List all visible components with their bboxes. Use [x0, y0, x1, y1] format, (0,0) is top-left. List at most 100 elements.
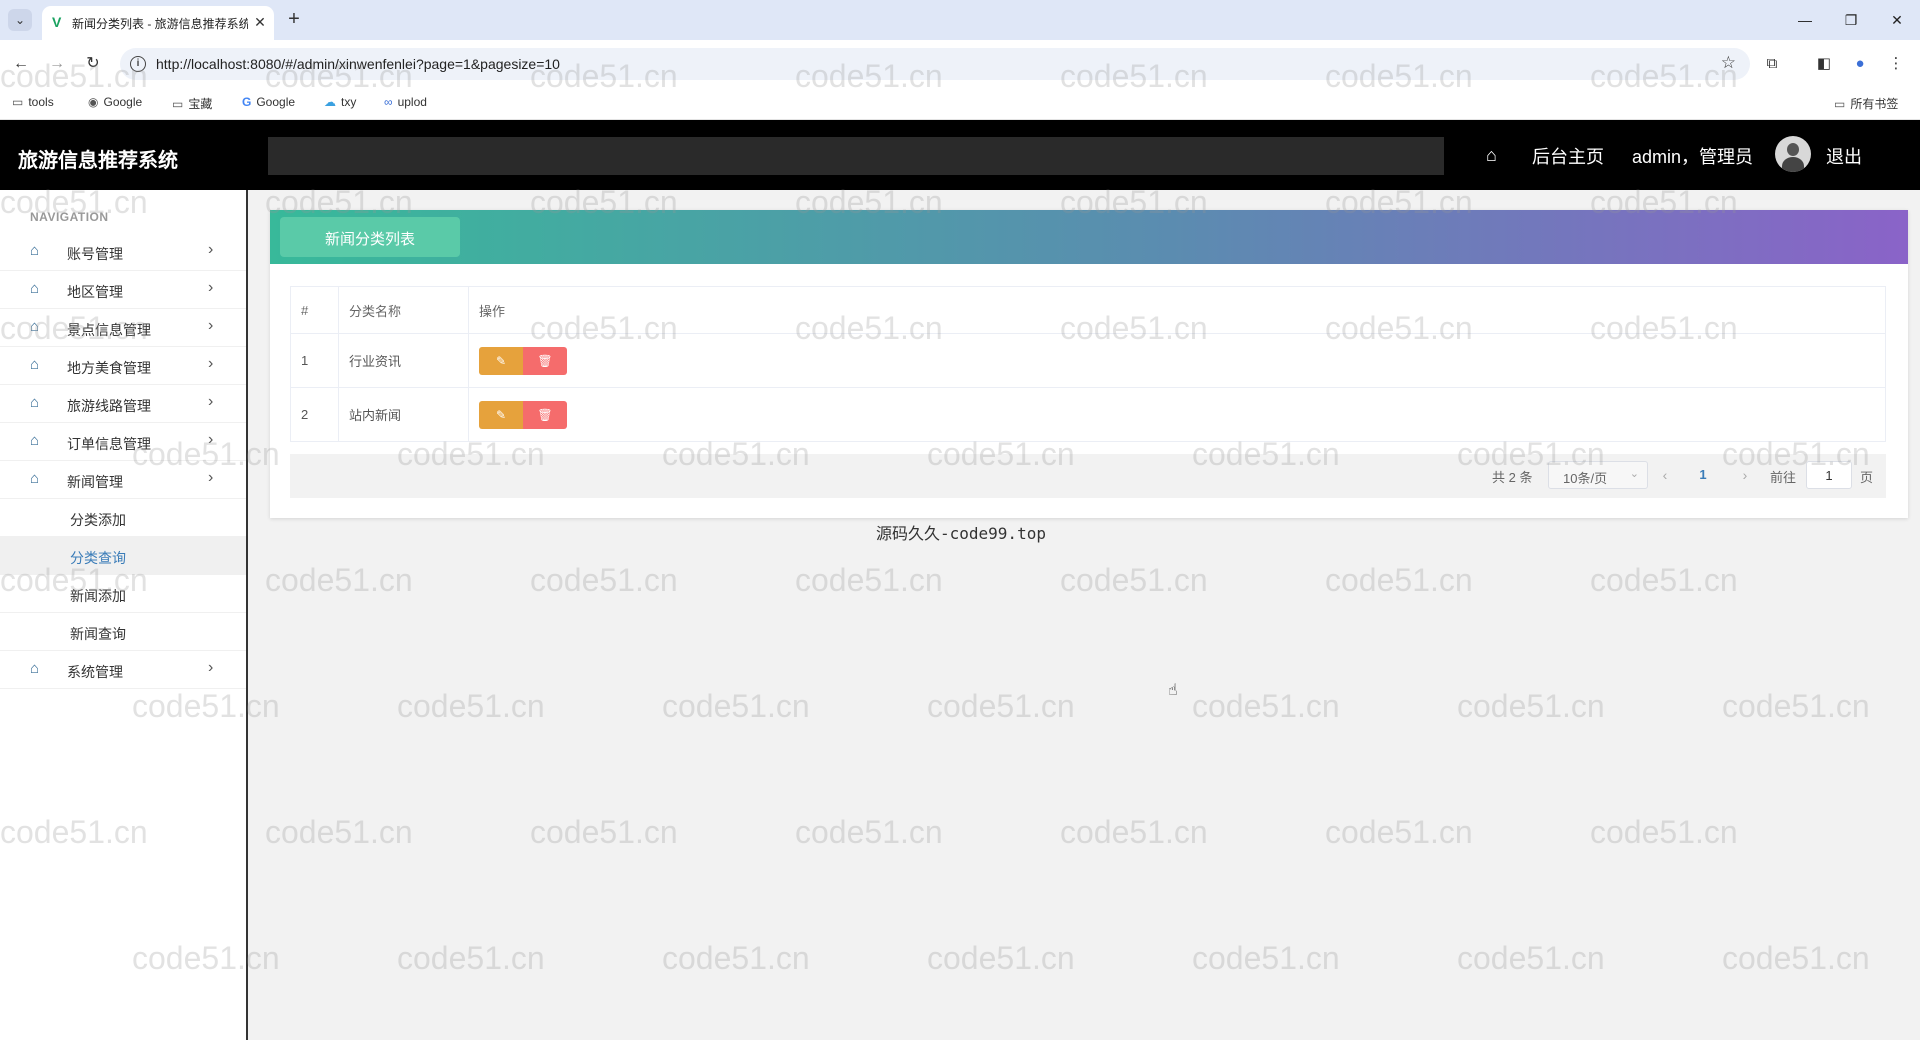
sidebar-item-accounts[interactable]: ⌂ 账号管理 ›	[0, 233, 246, 271]
reload-icon[interactable]: ↻	[80, 51, 106, 77]
nav-caption: NAVIGATION	[30, 210, 109, 224]
avatar-body	[1782, 157, 1804, 172]
bookmark-star-icon[interactable]: ☆	[1721, 53, 1736, 73]
profile-icon[interactable]: ●	[1848, 52, 1872, 76]
url-text[interactable]: http://localhost:8080/#/admin/xinwenfenl…	[156, 56, 560, 72]
page-size-value: 10条/页	[1563, 471, 1608, 486]
sidebar-item-food[interactable]: ⌂ 地方美食管理 ›	[0, 347, 246, 385]
edit-button[interactable]: ✎	[479, 346, 523, 375]
bookmark-item[interactable]: ◉ Google	[88, 95, 142, 109]
bookmark-item[interactable]: ∞ uplod	[384, 95, 427, 109]
sidebar-item-attractions[interactable]: ⌂ 景点信息管理 ›	[0, 309, 246, 347]
browser-tab-bar: ⌄ V 新闻分类列表 - 旅游信息推荐系统 ✕ + — ❐ ✕	[0, 0, 1920, 40]
header-search-bar[interactable]	[268, 137, 1444, 175]
app-header: 旅游信息推荐系统 ⌂ 后台主页 admin，管理员 退出	[0, 120, 1920, 190]
sidebar-item-system[interactable]: ⌂ 系统管理 ›	[0, 651, 246, 689]
google-icon: G	[242, 95, 252, 109]
delete-button[interactable]: 🗑	[523, 346, 567, 375]
back-icon[interactable]: ←	[8, 51, 34, 77]
edit-button[interactable]: ✎	[479, 400, 523, 429]
sidebar-subitem-category-query[interactable]: 分类查询	[0, 537, 246, 575]
site-info-icon[interactable]: i	[130, 56, 146, 72]
watermark: code51.cn	[927, 688, 1075, 724]
bookmark-item[interactable]: ▭ 宝藏	[172, 95, 212, 112]
avatar-head	[1787, 143, 1799, 156]
sidebar-item-label: 订单信息管理	[67, 436, 151, 452]
table-row: 1 行业资讯 ✎ 🗑	[290, 333, 1886, 388]
watermark: code51.cn	[662, 940, 810, 976]
bookmark-item[interactable]: G Google	[242, 95, 295, 109]
trash-icon: 🗑	[537, 353, 553, 368]
sidebar-item-regions[interactable]: ⌂ 地区管理 ›	[0, 271, 246, 309]
home-icon: ⌂	[30, 470, 40, 487]
table-row: 2 站内新闻 ✎ 🗑	[290, 387, 1886, 442]
chevron-right-icon: ›	[208, 659, 214, 676]
link-icon: ∞	[384, 95, 393, 109]
watermark: code51.cn	[1325, 562, 1473, 598]
restore-icon[interactable]: ❐	[1836, 8, 1866, 32]
goto-page-input[interactable]	[1806, 461, 1852, 489]
admin-home-link[interactable]: 后台主页	[1532, 143, 1604, 169]
watermark: code51.cn	[397, 688, 545, 724]
sidebar-item-label: 景点信息管理	[67, 322, 151, 338]
sidebar-item-label: 地区管理	[67, 284, 123, 300]
row-index: 1	[290, 333, 339, 388]
sidebar-subitem-label: 分类添加	[70, 512, 126, 528]
prev-page-button[interactable]: ‹	[1652, 462, 1678, 488]
browser-tab[interactable]: V 新闻分类列表 - 旅游信息推荐系统 ✕	[42, 6, 274, 40]
tab-category-list[interactable]: 新闻分类列表	[280, 217, 460, 257]
all-bookmarks[interactable]: ▭ 所有书签	[1834, 95, 1898, 112]
chevron-right-icon: ›	[208, 279, 214, 296]
avatar[interactable]	[1775, 136, 1811, 172]
watermark: code51.cn	[795, 562, 943, 598]
home-icon[interactable]: ⌂	[1486, 145, 1497, 166]
sidebar-item-routes[interactable]: ⌂ 旅游线路管理 ›	[0, 385, 246, 423]
sidebar-subitem-label: 分类查询	[70, 550, 126, 566]
table-header-row: # 分类名称 操作	[290, 286, 1886, 334]
side-panel-icon[interactable]: ◧	[1812, 52, 1836, 76]
chevron-down-icon: ⌄	[1629, 468, 1639, 480]
logout-link[interactable]: 退出	[1826, 143, 1862, 169]
watermark: code51.cn	[265, 562, 413, 598]
goto-label: 前往	[1770, 470, 1797, 485]
page-size-select[interactable]: 10条/页 ⌄	[1548, 461, 1648, 489]
row-category-name: 站内新闻	[338, 387, 469, 442]
url-bar[interactable]: i http://localhost:8080/#/admin/xinwenfe…	[120, 48, 1750, 80]
chevron-right-icon: ›	[208, 241, 214, 258]
home-icon: ⌂	[30, 660, 40, 677]
pagination-total: 共 2 条	[1492, 470, 1533, 485]
home-icon: ⌂	[30, 432, 40, 449]
delete-button[interactable]: 🗑	[523, 400, 567, 429]
watermark: code51.cn	[1457, 940, 1605, 976]
tab-close-icon[interactable]: ✕	[250, 12, 270, 32]
chevron-right-icon: ›	[208, 431, 214, 448]
page-number-current[interactable]: 1	[1688, 462, 1718, 488]
sidebar-item-label: 系统管理	[67, 664, 123, 680]
page-suffix: 页	[1860, 470, 1874, 485]
home-icon: ⌂	[30, 356, 40, 373]
sidebar-subitem-label: 新闻添加	[70, 588, 126, 604]
row-actions: ✎ 🗑	[468, 333, 1886, 388]
forward-icon[interactable]: →	[44, 51, 70, 77]
window-close-icon[interactable]: ✕	[1882, 8, 1912, 32]
tab-search-button[interactable]: ⌄	[8, 9, 32, 31]
edit-icon: ✎	[495, 407, 507, 422]
extensions-icon[interactable]: ⧉	[1760, 52, 1784, 76]
row-actions: ✎ 🗑	[468, 387, 1886, 442]
new-tab-button[interactable]: +	[282, 8, 306, 32]
chevron-right-icon: ›	[208, 355, 214, 372]
sidebar-item-label: 旅游线路管理	[67, 398, 151, 414]
column-header-index: #	[290, 286, 339, 334]
sidebar-subitem-news-query[interactable]: 新闻查询	[0, 613, 246, 651]
bookmark-item[interactable]: ☁ txy	[324, 95, 356, 109]
home-icon: ⌂	[30, 318, 40, 335]
minimize-icon[interactable]: —	[1790, 8, 1820, 32]
bookmark-item[interactable]: ▭ tools	[12, 95, 54, 109]
sidebar-item-orders[interactable]: ⌂ 订单信息管理 ›	[0, 423, 246, 461]
next-page-button[interactable]: ›	[1732, 462, 1758, 488]
browser-menu-icon[interactable]: ⋮	[1884, 52, 1908, 76]
sidebar-subitem-news-add[interactable]: 新闻添加	[0, 575, 246, 613]
sidebar-item-news[interactable]: ⌂ 新闻管理 ›	[0, 461, 246, 499]
pagination: 共 2 条 10条/页 ⌄ ‹ 1 › 前往 页	[290, 454, 1886, 498]
sidebar-subitem-category-add[interactable]: 分类添加	[0, 499, 246, 537]
